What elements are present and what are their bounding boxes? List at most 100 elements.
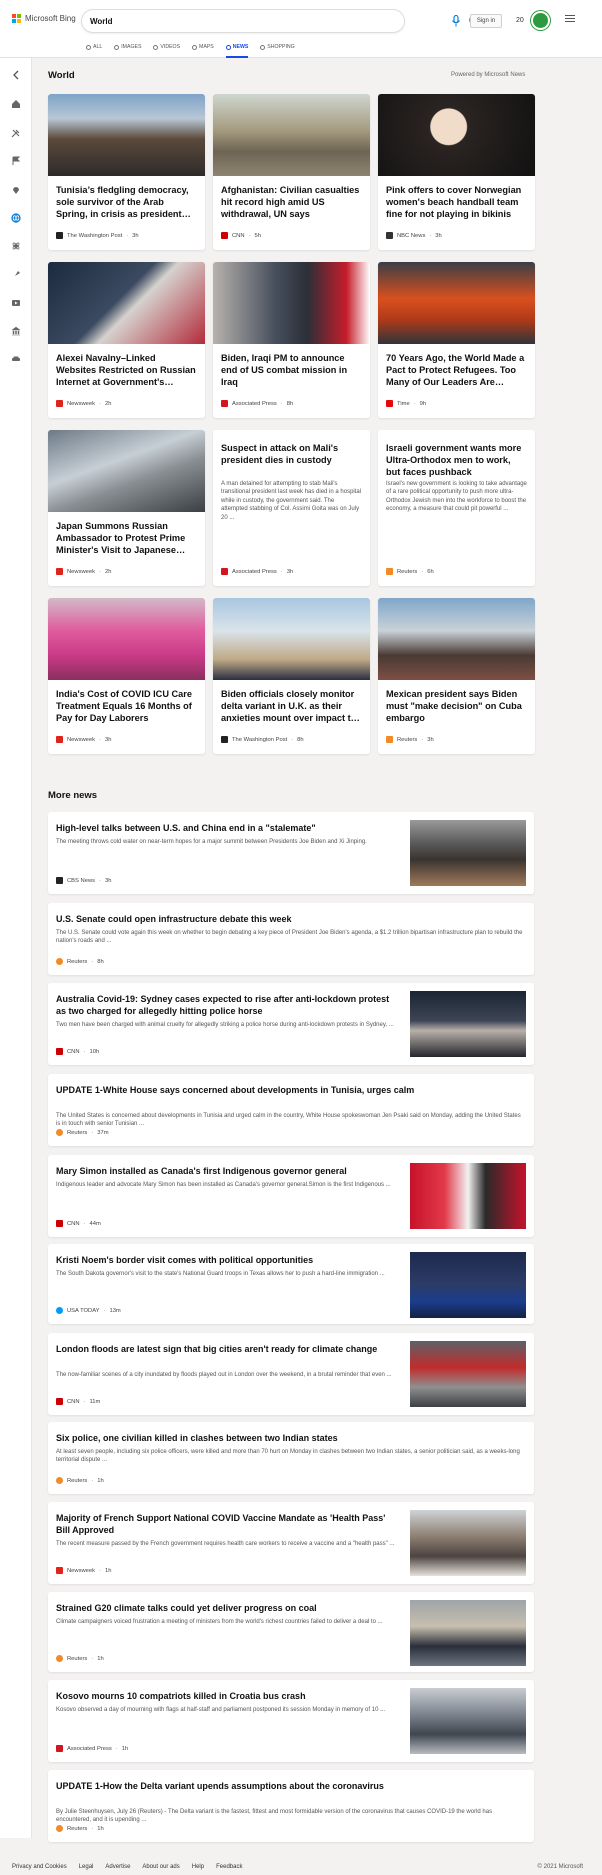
news-card[interactable]: Alexei Navalny–Linked Websites Restricte… <box>48 262 205 418</box>
news-card-image[interactable] <box>378 598 535 680</box>
more-news-title[interactable]: Australia Covid-19: Sydney cases expecte… <box>56 993 396 1017</box>
more-news-item[interactable]: Six police, one civilian killed in clash… <box>48 1422 534 1494</box>
scope-tab-videos[interactable]: VIDEOS <box>153 40 180 54</box>
more-news-title[interactable]: Strained G20 climate talks could yet del… <box>56 1602 396 1614</box>
flag-icon[interactable] <box>11 156 21 166</box>
about-ads-link[interactable]: About our ads <box>142 1864 179 1870</box>
advertise-link[interactable]: Advertise <box>105 1864 130 1870</box>
more-news-thumbnail[interactable] <box>410 1600 526 1666</box>
provider-name[interactable]: CNN <box>67 1399 80 1405</box>
news-card-image[interactable] <box>378 262 535 344</box>
news-card-image[interactable] <box>378 94 535 176</box>
provider-name[interactable]: The Washington Post <box>232 737 287 743</box>
sign-in-button[interactable]: Sign in <box>470 14 502 28</box>
more-news-title[interactable]: Six police, one civilian killed in clash… <box>56 1432 526 1444</box>
globe-icon[interactable] <box>11 213 21 223</box>
provider-name[interactable]: CBS News <box>67 878 95 884</box>
scope-tab-all[interactable]: ALL <box>86 40 102 54</box>
provider-name[interactable]: CNN <box>232 233 245 239</box>
provider-name[interactable]: Reuters <box>67 1130 87 1136</box>
provider-name[interactable]: Newsweek <box>67 737 95 743</box>
more-news-item[interactable]: UPDATE 1-White House says concerned abou… <box>48 1074 534 1146</box>
news-card-image[interactable] <box>213 94 370 176</box>
legal-link[interactable]: Legal <box>79 1864 94 1870</box>
news-card[interactable]: Suspect in attack on Mali's president di… <box>213 430 370 586</box>
more-news-item[interactable]: High-level talks between U.S. and China … <box>48 812 534 894</box>
provider-name[interactable]: Associated Press <box>232 401 277 407</box>
more-news-item[interactable]: U.S. Senate could open infrastructure de… <box>48 903 534 975</box>
news-card-headline[interactable]: Alexei Navalny–Linked Websites Restricte… <box>56 352 197 388</box>
news-card[interactable]: 70 Years Ago, the World Made a Pact to P… <box>378 262 535 418</box>
more-news-thumbnail[interactable] <box>410 1163 526 1229</box>
provider-name[interactable]: Reuters <box>67 959 87 965</box>
more-news-title[interactable]: UPDATE 1-White House says concerned abou… <box>56 1084 526 1096</box>
more-news-item[interactable]: London floods are latest sign that big c… <box>48 1333 534 1415</box>
more-news-thumbnail[interactable] <box>410 820 526 886</box>
provider-name[interactable]: Reuters <box>67 1478 87 1484</box>
more-news-item[interactable]: Australia Covid-19: Sydney cases expecte… <box>48 983 534 1065</box>
location-pin-icon[interactable] <box>11 185 21 195</box>
rewards-medal-icon[interactable] <box>531 11 550 30</box>
provider-name[interactable]: Newsweek <box>67 401 95 407</box>
car-icon[interactable] <box>11 354 21 364</box>
bing-logo[interactable]: Microsoft Bing <box>12 14 76 23</box>
powered-by-label[interactable]: Powered by Microsoft News <box>451 72 525 78</box>
more-news-thumbnail[interactable] <box>410 1341 526 1407</box>
news-card[interactable]: India's Cost of COVID ICU Care Treatment… <box>48 598 205 754</box>
search-box[interactable] <box>82 10 482 32</box>
news-card-headline[interactable]: Biden officials closely monitor delta va… <box>221 688 362 724</box>
provider-name[interactable]: CNN <box>67 1221 80 1227</box>
provider-name[interactable]: Associated Press <box>67 1746 112 1752</box>
news-card-headline[interactable]: Pink offers to cover Norwegian women's b… <box>386 184 527 220</box>
provider-name[interactable]: Reuters <box>397 569 417 575</box>
more-news-item[interactable]: Mary Simon installed as Canada's first I… <box>48 1155 534 1237</box>
news-card[interactable]: Pink offers to cover Norwegian women's b… <box>378 94 535 250</box>
bank-icon[interactable] <box>11 326 21 336</box>
provider-name[interactable]: Reuters <box>397 737 417 743</box>
scope-tab-news[interactable]: NEWS <box>225 40 248 58</box>
provider-name[interactable]: Newsweek <box>67 569 95 575</box>
more-news-item[interactable]: UPDATE 1-How the Delta variant upends as… <box>48 1770 534 1842</box>
menu-icon[interactable] <box>565 15 575 23</box>
provider-name[interactable]: Reuters <box>67 1826 87 1832</box>
more-news-item[interactable]: Kosovo mourns 10 compatriots killed in C… <box>48 1680 534 1762</box>
news-card-headline[interactable]: Tunisia’s fledgling democracy, sole surv… <box>56 184 197 220</box>
news-card-image[interactable] <box>48 262 205 344</box>
news-card[interactable]: Mexican president says Biden must "make … <box>378 598 535 754</box>
search-input[interactable] <box>90 14 350 28</box>
more-news-item[interactable]: Strained G20 climate talks could yet del… <box>48 1592 534 1672</box>
science-icon[interactable] <box>11 241 21 251</box>
news-card-image[interactable] <box>213 598 370 680</box>
provider-name[interactable]: Newsweek <box>67 1568 95 1574</box>
scope-tab-images[interactable]: IMAGES <box>114 40 141 54</box>
tools-icon[interactable] <box>11 128 21 138</box>
provider-name[interactable]: CNN <box>67 1049 80 1055</box>
scope-tab-maps[interactable]: MAPS <box>192 40 214 54</box>
news-card[interactable]: Japan Summons Russian Ambassador to Prot… <box>48 430 205 586</box>
news-card[interactable]: Tunisia’s fledgling democracy, sole surv… <box>48 94 205 250</box>
rocket-icon[interactable] <box>11 270 21 280</box>
news-card-image[interactable] <box>48 430 205 512</box>
news-card[interactable]: Israeli government wants more Ultra-Orth… <box>378 430 535 586</box>
scope-tab-shopping[interactable]: SHOPPING <box>260 40 295 54</box>
news-card[interactable]: Afghanistan: Civilian casualties hit rec… <box>213 94 370 250</box>
more-news-title[interactable]: London floods are latest sign that big c… <box>56 1343 396 1355</box>
more-news-thumbnail[interactable] <box>410 991 526 1057</box>
more-news-title[interactable]: Mary Simon installed as Canada's first I… <box>56 1165 396 1177</box>
back-arrow-icon[interactable] <box>11 70 21 80</box>
rewards-count[interactable]: 20 <box>516 17 524 24</box>
more-news-thumbnail[interactable] <box>410 1688 526 1754</box>
news-card[interactable]: Biden officials closely monitor delta va… <box>213 598 370 754</box>
microphone-icon[interactable] <box>451 15 461 27</box>
news-card-image[interactable] <box>48 94 205 176</box>
more-news-title[interactable]: Majority of French Support National COVI… <box>56 1512 396 1536</box>
more-news-title[interactable]: High-level talks between U.S. and China … <box>56 822 396 834</box>
news-card-headline[interactable]: Afghanistan: Civilian casualties hit rec… <box>221 184 362 220</box>
privacy-link[interactable]: Privacy and Cookies <box>12 1864 67 1870</box>
more-news-item[interactable]: Kristi Noem's border visit comes with po… <box>48 1244 534 1324</box>
home-icon[interactable] <box>11 99 21 109</box>
provider-name[interactable]: Associated Press <box>232 569 277 575</box>
news-card-headline[interactable]: India's Cost of COVID ICU Care Treatment… <box>56 688 197 724</box>
news-card-headline[interactable]: Suspect in attack on Mali's president di… <box>221 442 362 466</box>
news-card-headline[interactable]: Israeli government wants more Ultra-Orth… <box>386 442 527 478</box>
